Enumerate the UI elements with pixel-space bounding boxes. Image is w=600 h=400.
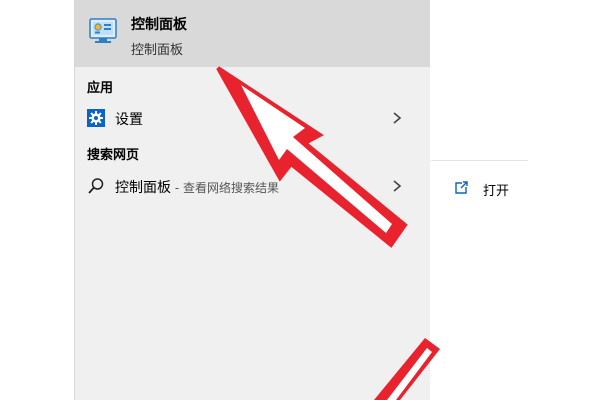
open-external-icon (455, 181, 468, 194)
search-results-list: 控制面板 控制面板 应用 设置 搜索网页 控制面板 - 查看网络搜索结果 (75, 0, 430, 400)
section-header-apps: 应用 (87, 81, 114, 96)
best-match-title: 控制面板 (131, 17, 187, 33)
best-match-subtitle: 控制面板 (131, 43, 184, 58)
search-icon (88, 178, 104, 194)
open-button[interactable]: 打开 (453, 178, 533, 200)
section-header-web: 搜索网页 (87, 148, 140, 163)
open-label: 打开 (483, 184, 510, 199)
web-search-query: 控制面板 (115, 180, 171, 196)
settings-gear-icon (87, 109, 105, 127)
chevron-right-icon[interactable] (390, 110, 404, 126)
search-window: 控制面板 控制面板 应用 设置 搜索网页 控制面板 - 查看网络搜索结果 打开 (0, 0, 600, 400)
list-item-settings[interactable]: 设置 (75, 100, 430, 136)
detail-pane: 打开 (431, 0, 600, 400)
chevron-right-icon[interactable] (390, 178, 404, 194)
settings-label: 设置 (115, 112, 143, 128)
left-panel (0, 0, 75, 400)
web-search-label: 控制面板 - 查看网络搜索结果 (115, 177, 279, 197)
web-search-suffix: - 查看网络搜索结果 (171, 181, 279, 195)
best-match-control-panel[interactable]: 控制面板 控制面板 (75, 0, 430, 67)
control-panel-icon (89, 18, 117, 43)
divider (431, 160, 528, 161)
list-item-web-search[interactable]: 控制面板 - 查看网络搜索结果 (75, 168, 430, 204)
